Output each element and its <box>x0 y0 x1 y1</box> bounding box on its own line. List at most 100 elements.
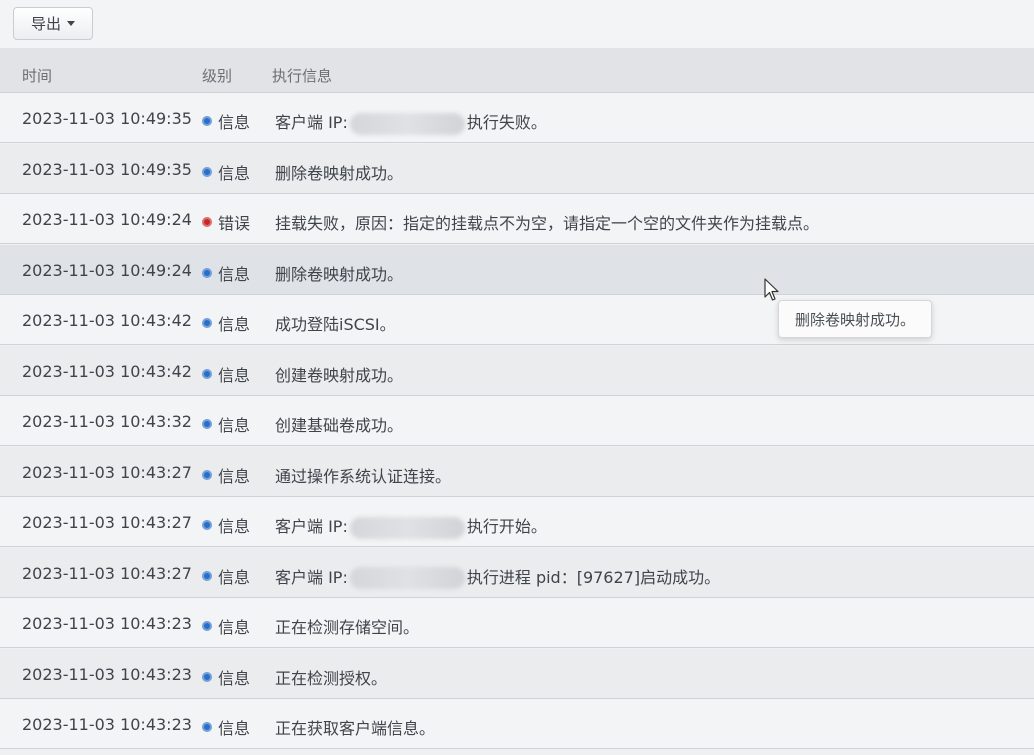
row-message: 正在检测存储空间。 <box>275 614 419 638</box>
row-time: 2023-11-03 10:43:23 <box>22 614 192 633</box>
table-row[interactable]: 2023-11-03 10:43:32 信息 创建基础卷成功。 <box>0 396 1034 446</box>
row-time: 2023-11-03 10:43:42 <box>22 311 192 330</box>
row-message-text: 正在获取客户端信息。 <box>275 719 436 738</box>
row-level: 信息 <box>202 665 250 689</box>
redacted-ip-blur <box>349 567 465 589</box>
info-dot-icon <box>202 671 212 682</box>
row-level: 信息 <box>202 564 250 588</box>
row-level: 信息 <box>202 715 250 739</box>
redacted-ip-blur <box>349 516 465 539</box>
row-message-text: 正在检测授权。 <box>275 668 388 688</box>
table-row[interactable]: 2023-11-03 10:43:27 信息 客户端 IP: 执行进程 pid：[97… <box>0 547 1034 598</box>
row-level-label: 信息 <box>218 719 251 738</box>
row-message-suffix: 执行进程 pid：[97627]启动成功。 <box>466 567 721 587</box>
row-level-label: 信息 <box>218 517 251 536</box>
row-message: 客户端 IP: 执行失败。 <box>275 109 547 135</box>
row-message-text: 成功登陆iSCSI。 <box>275 315 396 334</box>
row-level-label: 信息 <box>218 466 251 486</box>
row-message: 正在获取客户端信息。 <box>275 715 435 739</box>
row-message-text: 创建卷映射成功。 <box>275 365 404 385</box>
info-dot-icon <box>202 267 212 278</box>
row-message-text: 挂载失败，原因：指定的挂载点不为空，请指定一个空的文件夹作为挂载点。 <box>275 214 820 233</box>
row-level-label: 信息 <box>218 113 251 132</box>
row-message-suffix: 执行失败。 <box>466 113 547 132</box>
row-level-label: 信息 <box>218 416 251 435</box>
row-level: 信息 <box>202 311 250 335</box>
row-level: 信息 <box>202 412 250 436</box>
row-message: 成功登陆iSCSI。 <box>275 311 396 335</box>
row-time: 2023-11-03 10:43:27 <box>22 563 192 583</box>
caret-down-icon <box>67 21 75 26</box>
info-dot-icon <box>202 722 212 732</box>
tooltip: 删除卷映射成功。 <box>778 300 932 338</box>
row-level-label: 信息 <box>218 567 251 587</box>
row-level: 错误 <box>202 210 250 234</box>
info-dot-icon <box>202 621 212 631</box>
table-row[interactable]: 2023-11-03 10:43:23 信息 正在检测授权。 <box>0 648 1034 699</box>
row-time: 2023-11-03 10:43:23 <box>22 715 192 734</box>
info-dot-icon <box>202 469 212 480</box>
row-time: 2023-11-03 10:49:35 <box>22 159 192 179</box>
info-dot-icon <box>202 520 212 530</box>
export-dropdown-button[interactable]: 导出 <box>13 7 93 40</box>
row-level: 信息 <box>202 109 250 133</box>
row-message-text: 删除卷映射成功。 <box>275 264 404 284</box>
row-message: 删除卷映射成功。 <box>275 261 403 285</box>
column-header-time[interactable]: 时间 <box>22 65 52 86</box>
row-message-text: 通过操作系统认证连接。 <box>275 466 452 486</box>
row-level-label: 错误 <box>218 214 251 233</box>
info-dot-icon <box>202 570 212 581</box>
export-label: 导出 <box>30 15 61 33</box>
row-message-text: 删除卷映射成功。 <box>275 163 404 183</box>
row-level-label: 信息 <box>218 668 251 688</box>
row-message-suffix: 执行开始。 <box>466 517 547 536</box>
table-row[interactable]: 2023-11-03 10:49:24 信息 删除卷映射成功。 <box>0 244 1034 295</box>
row-time: 2023-11-03 10:43:32 <box>22 412 192 431</box>
row-time: 2023-11-03 10:43:27 <box>22 513 192 532</box>
table-row[interactable]: 2023-11-03 10:49:35 信息 删除卷映射成功。 <box>0 143 1034 194</box>
info-dot-icon <box>202 166 212 177</box>
row-message-text: 正在检测存储空间。 <box>275 618 420 637</box>
table-row[interactable]: 2023-11-03 10:43:42 信息 创建卷映射成功。 <box>0 345 1034 396</box>
row-message: 创建卷映射成功。 <box>275 362 403 386</box>
table-row[interactable]: 2023-11-03 10:43:27 信息 通过操作系统认证连接。 <box>0 446 1034 497</box>
redacted-ip-blur <box>349 112 465 135</box>
row-level-label: 信息 <box>218 264 251 284</box>
tooltip-text: 删除卷映射成功。 <box>794 310 915 329</box>
table-row[interactable]: 2023-11-03 10:49:24 错误 挂载失败，原因：指定的挂载点不为空，请… <box>0 194 1034 244</box>
table-row[interactable]: 2023-11-03 10:43:27 信息 客户端 IP: 执行开始。 <box>0 497 1034 547</box>
row-message: 客户端 IP: 执行开始。 <box>275 513 547 539</box>
row-message: 通过操作系统认证连接。 <box>275 463 451 487</box>
row-time: 2023-11-03 10:49:24 <box>22 260 192 280</box>
row-message: 创建基础卷成功。 <box>275 412 403 436</box>
row-level: 信息 <box>202 614 250 638</box>
row-message: 挂载失败，原因：指定的挂载点不为空，请指定一个空的文件夹作为挂载点。 <box>275 210 819 234</box>
info-dot-icon <box>202 419 212 429</box>
row-level: 信息 <box>202 261 250 285</box>
row-time: 2023-11-03 10:43:23 <box>22 664 192 684</box>
row-time: 2023-11-03 10:43:42 <box>22 361 192 381</box>
column-header-message[interactable]: 执行信息 <box>272 65 332 86</box>
row-level: 信息 <box>202 513 250 537</box>
table-row[interactable]: 2023-11-03 10:49:35 信息 客户端 IP: 执行失败。 <box>0 93 1034 143</box>
row-time: 2023-11-03 10:49:24 <box>22 210 192 229</box>
row-message: 删除卷映射成功。 <box>275 160 403 184</box>
table-row[interactable]: 2023-11-03 10:43:23 信息 正在检测存储空间。 <box>0 598 1034 648</box>
row-level-label: 信息 <box>218 163 251 183</box>
row-level-label: 信息 <box>218 315 251 334</box>
info-dot-icon <box>202 318 212 328</box>
column-header-level[interactable]: 级别 <box>202 65 232 86</box>
info-dot-icon <box>202 368 212 379</box>
table-row[interactable]: 2023-11-03 10:43:23 信息 正在获取客户端信息。 <box>0 699 1034 749</box>
row-level: 信息 <box>202 160 250 184</box>
row-time: 2023-11-03 10:49:35 <box>22 109 192 128</box>
row-level-label: 信息 <box>218 365 251 385</box>
table-header: 时间 级别 执行信息 <box>0 48 1034 93</box>
row-message-text: 客户端 IP: <box>275 517 348 536</box>
row-time: 2023-11-03 10:43:27 <box>22 462 192 482</box>
row-level: 信息 <box>202 362 250 386</box>
row-message: 正在检测授权。 <box>275 665 387 689</box>
info-dot-icon <box>202 116 212 126</box>
row-level-label: 信息 <box>218 618 251 637</box>
row-message-text: 创建基础卷成功。 <box>275 416 404 435</box>
